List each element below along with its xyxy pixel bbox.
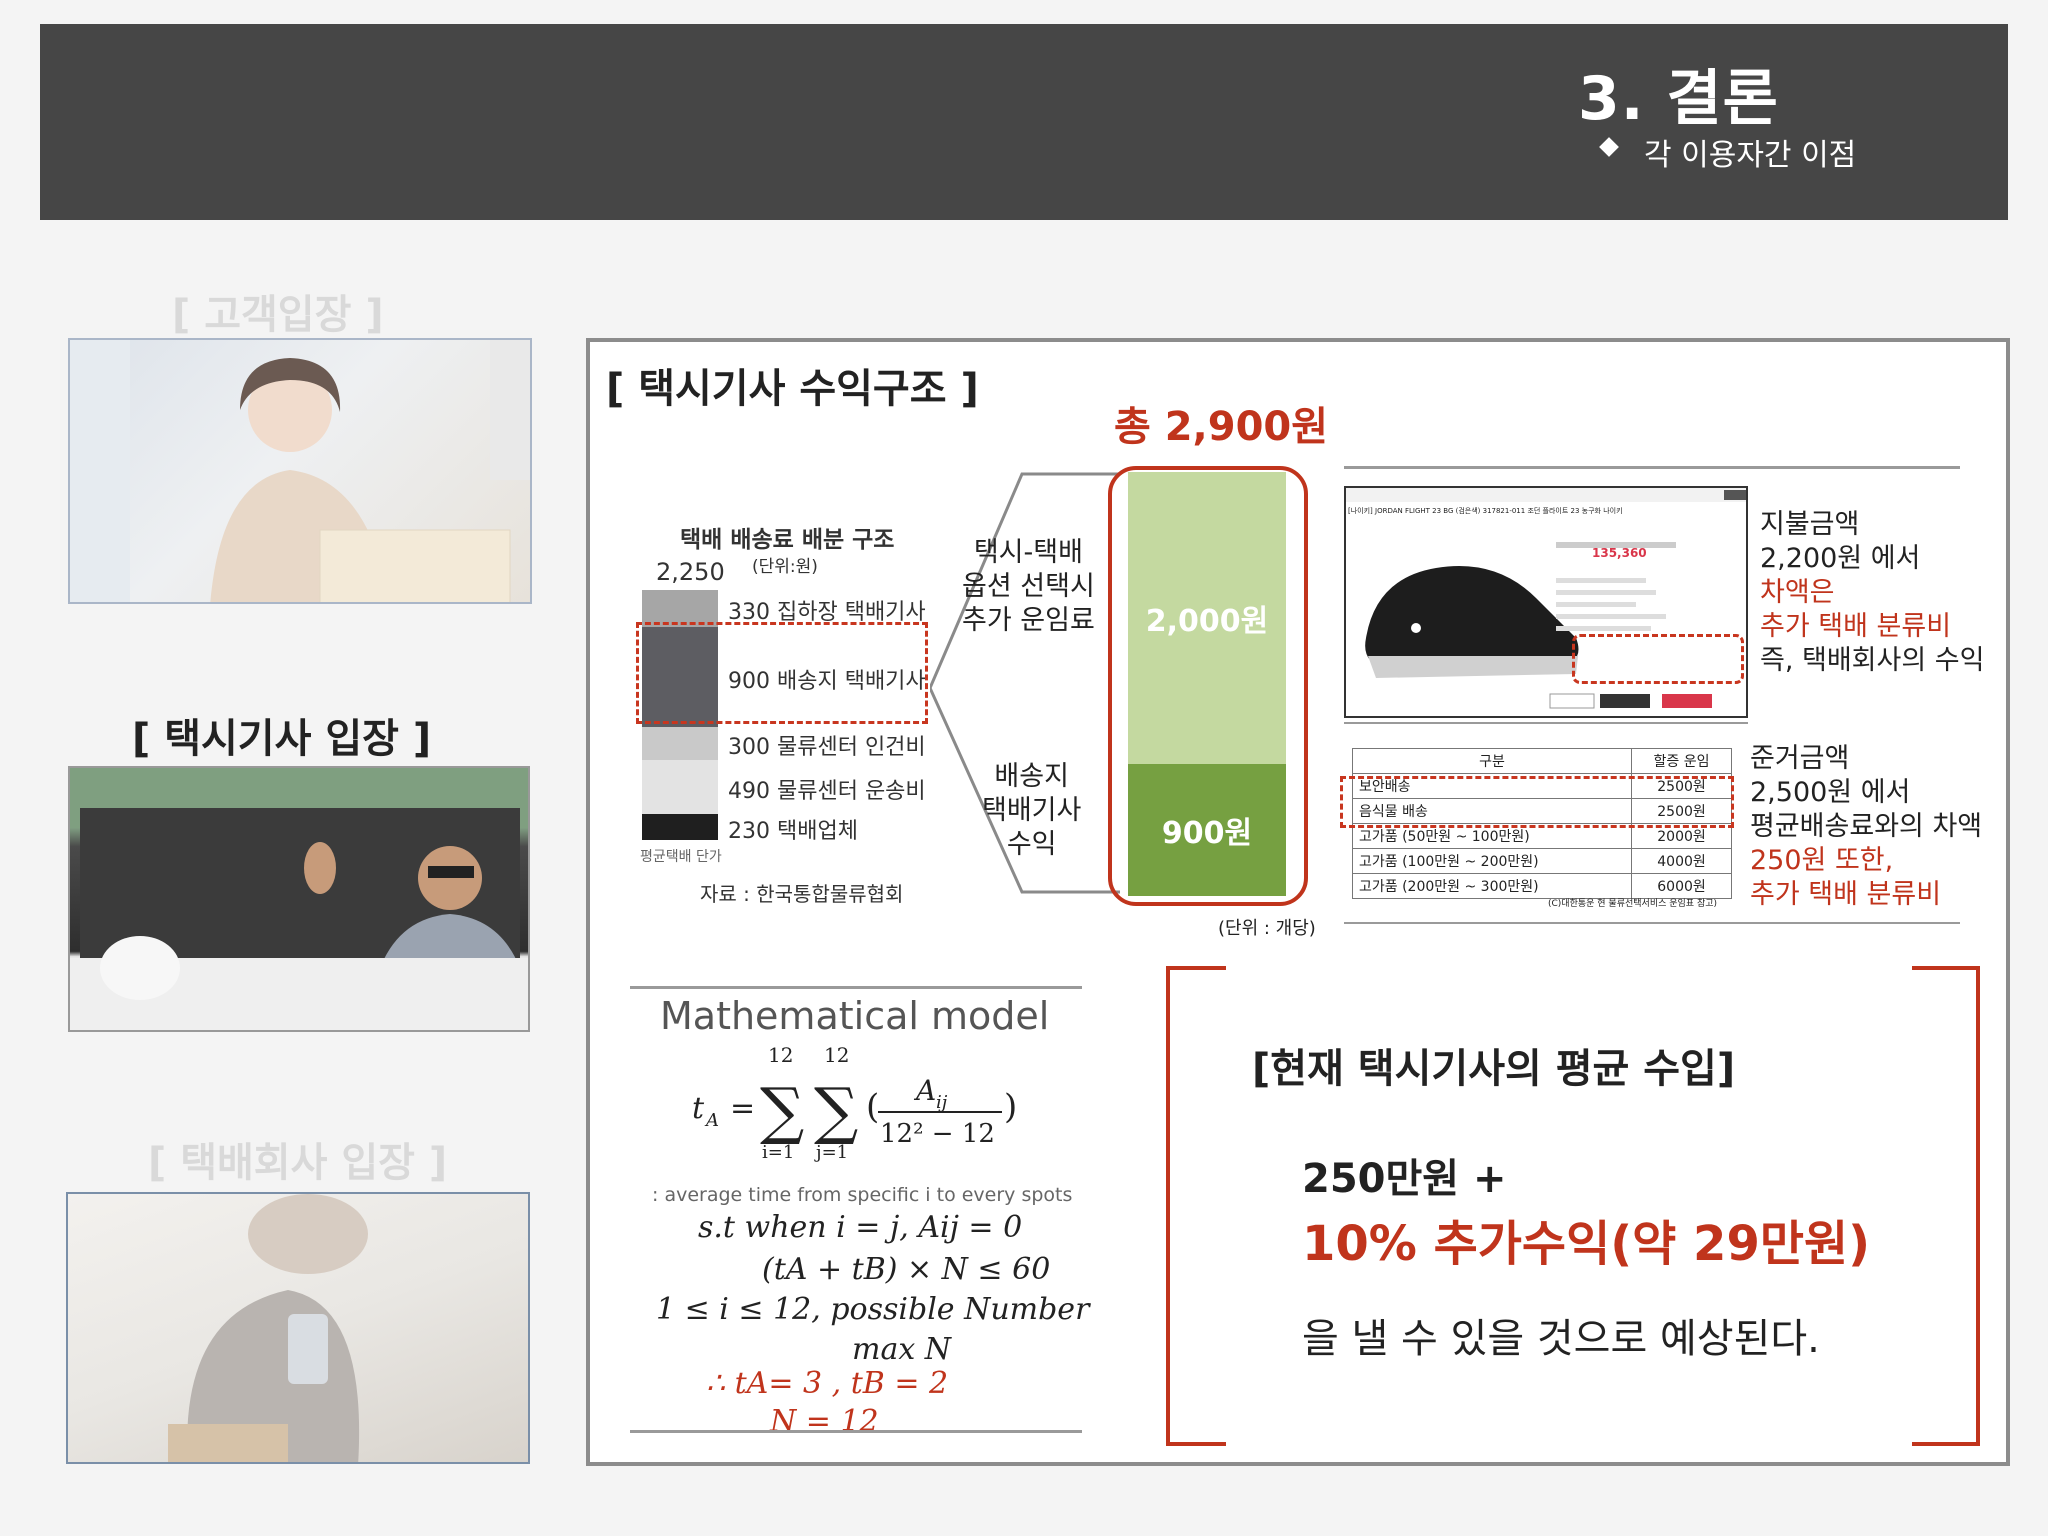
revenue-stacked-bar: 2,000원 900원 bbox=[1128, 472, 1286, 896]
panel-title: [ 택시기사 수익구조 ] bbox=[606, 366, 979, 412]
shop-note-5: 즉, 택배회사의 수익 bbox=[1760, 645, 1985, 676]
table-cell: 4000원 bbox=[1631, 848, 1732, 874]
label-line: 추가 운임료 bbox=[962, 605, 1095, 636]
driver-income-segment: 900원 bbox=[1128, 764, 1286, 896]
slide-subtitle: 각 이용자간 이점 bbox=[1644, 138, 1857, 173]
table-cell: 고가품 (200만원 ~ 300만원) bbox=[1351, 873, 1633, 899]
svg-text:(: ( bbox=[866, 1087, 879, 1127]
shop-note-4: 추가 택배 분류비 bbox=[1760, 611, 1952, 642]
table-header: 구분 bbox=[1351, 748, 1633, 774]
svg-text:∑: ∑ bbox=[814, 1074, 858, 1147]
conclusion-extra-income: 10% 추가수익(약 29만원) bbox=[1302, 1216, 1871, 1272]
label-line: 택시-택배 bbox=[973, 537, 1083, 568]
breakdown-title: 택배 배송료 배분 구조 bbox=[680, 527, 895, 553]
math-note: : average time from specific i to every … bbox=[652, 1184, 1073, 1206]
divider-line bbox=[1344, 466, 1960, 469]
breakdown-footnote: 평균택배 단가 bbox=[640, 849, 722, 865]
breakdown-unit: (단위:원) bbox=[752, 557, 818, 577]
breakdown-segment-label: 490 물류센터 운송비 bbox=[728, 779, 926, 805]
shop-note-2: 2,200원 에서 bbox=[1760, 543, 1921, 574]
breakdown-segment-label: 330 집하장 택배기사 bbox=[728, 600, 926, 626]
breakdown-segment-label: 300 물류센터 인건비 bbox=[728, 735, 926, 761]
breakdown-source: 자료 : 한국통합물류협회 bbox=[700, 882, 904, 906]
conclusion-base-income: 250만원 + bbox=[1302, 1156, 1507, 1202]
svg-text:ij: ij bbox=[936, 1092, 948, 1113]
courier-company-photo bbox=[66, 1192, 530, 1464]
math-model-title: Mathematical model bbox=[660, 994, 1050, 1038]
svg-text:∑: ∑ bbox=[760, 1074, 804, 1147]
svg-text:t: t bbox=[692, 1091, 705, 1126]
breakdown-segment bbox=[642, 814, 718, 840]
breakdown-segment-label: 230 택배업체 bbox=[728, 819, 858, 845]
option-fare-segment: 2,000원 bbox=[1128, 472, 1286, 765]
breakdown-segment bbox=[642, 760, 718, 815]
conclusion-title: [현재 택시기사의 평균 수입] bbox=[1252, 1046, 1736, 1092]
driver-income-value: 900원 bbox=[1161, 816, 1253, 852]
svg-text:i=1: i=1 bbox=[762, 1142, 794, 1163]
math-result-1: ∴ tA= 3 , tB = 2 bbox=[706, 1366, 949, 1401]
table-note-2: 2,500원 에서 bbox=[1750, 777, 1911, 808]
label-line: 택배기사 bbox=[982, 795, 1082, 826]
svg-text:12² − 12: 12² − 12 bbox=[880, 1119, 995, 1149]
math-formula: t A = 12 ∑ i=1 12 ∑ j=1 ( A ij 12² − 12 … bbox=[692, 1043, 1017, 1163]
company-label: [ 택배회사 입장 ] bbox=[148, 1140, 448, 1186]
svg-text:=: = bbox=[730, 1091, 755, 1126]
label-line: 옵션 선택시 bbox=[962, 571, 1095, 602]
table-note-4: 250원 또한, bbox=[1750, 845, 1894, 876]
driver-income-label: 배송지 택배기사 수익 bbox=[982, 760, 1081, 862]
breakdown-segment bbox=[642, 726, 718, 760]
svg-text:A: A bbox=[704, 1110, 719, 1131]
table-note-1: 준거금액 bbox=[1750, 743, 1850, 774]
shop-note-1: 지불금액 bbox=[1760, 509, 1860, 540]
table-header: 할증 운임 bbox=[1631, 748, 1732, 774]
table-row: 고가품 (200만원 ~ 300만원) 6000원 bbox=[1351, 873, 1732, 899]
product-title: [나이키] JORDAN FLIGHT 23 BG (검은색) 317821-0… bbox=[1348, 507, 1623, 515]
product-price: 135,360 bbox=[1592, 546, 1647, 560]
math-constraint-2: (tA + tB) × N ≤ 60 bbox=[762, 1252, 1051, 1287]
label-line: 배송지 bbox=[994, 761, 1069, 792]
svg-text:j=1: j=1 bbox=[814, 1142, 848, 1163]
divider-line bbox=[1344, 722, 1748, 724]
taxi-driver-label: [ 택시기사 입장 ] bbox=[132, 716, 432, 762]
slide-title: 3. 결론 bbox=[1578, 64, 1779, 134]
conclusion-expectation: 을 낼 수 있을 것으로 예상된다. bbox=[1302, 1316, 1820, 1362]
svg-text:12: 12 bbox=[824, 1043, 849, 1067]
highlight-box-table-rows bbox=[1340, 776, 1734, 828]
breakdown-segment-label: 900 배송지 택배기사 bbox=[728, 668, 926, 694]
customer-label: [ 고객입장 ] bbox=[172, 292, 384, 338]
taxi-driver-photo bbox=[68, 766, 530, 1032]
divider-line bbox=[630, 1430, 1082, 1433]
table-cell: 6000원 bbox=[1631, 873, 1732, 899]
table-header-row: 구분 할증 운임 bbox=[1351, 748, 1732, 774]
svg-text:12: 12 bbox=[768, 1043, 793, 1067]
math-result-2: N = 12 bbox=[770, 1404, 879, 1439]
table-note-3: 평균배송료와의 차액 bbox=[1750, 811, 1983, 842]
revenue-unit: (단위 : 개당) bbox=[1218, 918, 1316, 939]
table-row: 고가품 (100만원 ~ 200만원) 4000원 bbox=[1351, 848, 1732, 874]
highlight-box-shop-option bbox=[1572, 634, 1744, 684]
option-fare-label: 택시-택배 옵션 선택시 추가 운임료 bbox=[962, 536, 1095, 638]
option-fare-value: 2,000원 bbox=[1145, 604, 1269, 640]
customer-photo bbox=[68, 338, 532, 604]
label-line: 수익 bbox=[1006, 829, 1057, 860]
svg-text:): ) bbox=[1004, 1087, 1017, 1127]
table-source-note: (C)대한통운 현 물류선택서비스 운임표 참고) bbox=[1548, 899, 1718, 909]
math-objective: max N bbox=[852, 1332, 952, 1367]
math-constraint-3: 1 ≤ i ≤ 12, possible Number bbox=[656, 1292, 1090, 1327]
breakdown-total: 2,250 bbox=[656, 558, 725, 586]
table-cell: 고가품 (100만원 ~ 200만원) bbox=[1351, 848, 1633, 874]
math-constraint-1: s.t when i = j, Aij = 0 bbox=[698, 1210, 1023, 1245]
table-note-5: 추가 택배 분류비 bbox=[1750, 879, 1942, 910]
divider-line bbox=[630, 986, 1082, 989]
total-revenue-label: 총 2,900원 bbox=[1114, 404, 1329, 450]
shop-note-3: 차액은 bbox=[1760, 577, 1835, 608]
divider-line bbox=[1344, 922, 1960, 924]
svg-text:A: A bbox=[913, 1074, 936, 1107]
